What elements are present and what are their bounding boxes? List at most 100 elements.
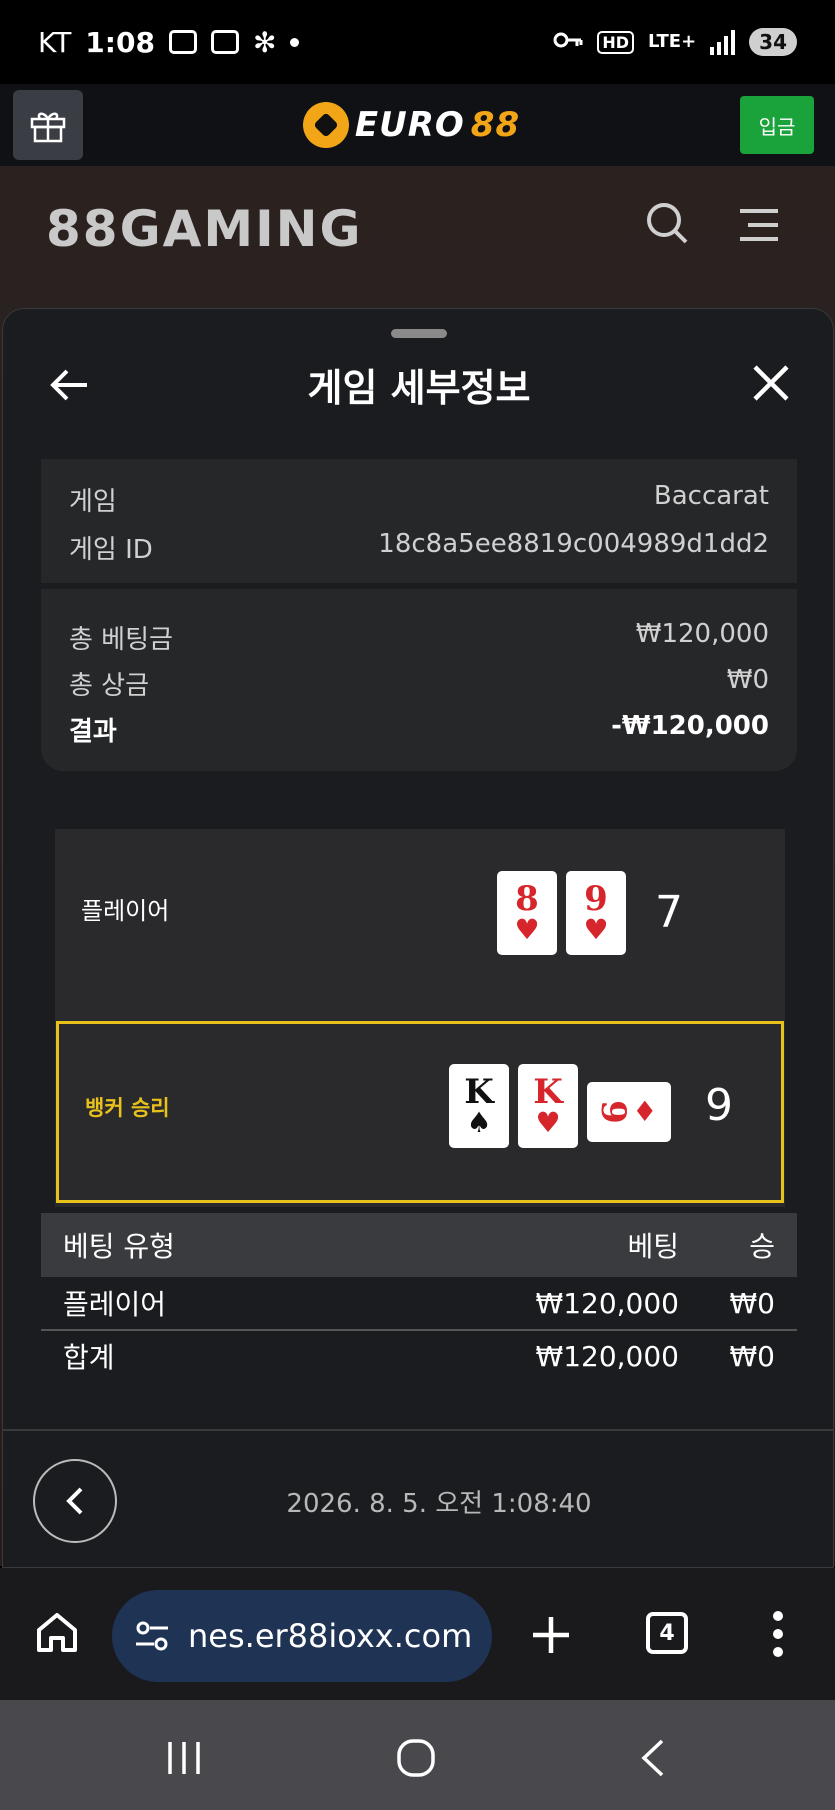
game-row: 게임 Baccarat xyxy=(69,481,769,518)
more-options-button[interactable] xyxy=(770,1608,786,1660)
header-win: 승 xyxy=(749,1230,775,1263)
app-header: EURO 88 입금 xyxy=(0,84,835,166)
search-button[interactable] xyxy=(644,200,690,246)
round-timestamp: 2026. 8. 5. 오전 1:08:40 xyxy=(286,1489,592,1519)
game-label: 게임 xyxy=(69,487,117,517)
system-home-button[interactable] xyxy=(396,1738,436,1778)
carrier-label: KT xyxy=(38,25,72,59)
header-bet: 베팅 xyxy=(627,1230,679,1263)
lte-icon: LTE+ xyxy=(648,31,697,52)
total-prize-label: 총 상금 xyxy=(69,671,150,701)
gift-icon xyxy=(30,112,66,143)
playing-card: 9 ♥ xyxy=(566,871,626,955)
flower-icon: ✻ xyxy=(252,25,277,59)
total-bet-row: 총 베팅금 ₩120,000 xyxy=(69,619,769,656)
total-win-cell: ₩0 xyxy=(729,1339,776,1373)
sheet-title: 게임 세부정보 xyxy=(307,366,531,410)
card-rank: 8 xyxy=(515,879,539,919)
total-label-cell: 합계 xyxy=(63,1341,115,1374)
menu-button[interactable] xyxy=(738,208,780,242)
baccarat-result-board: 플레이어 8 ♥ 9 ♥ 7 뱅커 승리 K ♠ K ♥ 9 ♦ 9 xyxy=(55,829,785,1207)
playing-card: K ♥ xyxy=(518,1064,578,1148)
game-value: Baccarat xyxy=(653,481,769,511)
playing-card-sideways: 9 ♦ xyxy=(587,1082,671,1142)
win-amount-cell: ₩0 xyxy=(729,1286,776,1320)
system-nav-bar xyxy=(0,1700,835,1810)
plus-icon xyxy=(533,1617,569,1653)
back-chevron-icon xyxy=(641,1739,664,1777)
close-button[interactable] xyxy=(749,361,793,405)
home-icon xyxy=(37,1613,77,1652)
banker-hand: 뱅커 승리 K ♠ K ♥ 9 ♦ 9 xyxy=(56,1021,784,1203)
header-bet-type: 베팅 유형 xyxy=(63,1230,175,1263)
heart-suit-icon: ♥ xyxy=(583,913,609,946)
bet-table-header: 베팅 유형 베팅 승 xyxy=(41,1213,797,1277)
banker-win-label: 뱅커 승리 xyxy=(85,1096,170,1120)
hd-icon: HD xyxy=(597,30,634,54)
signal-icon xyxy=(710,29,736,55)
url-text: nes.er88ioxx.com xyxy=(188,1617,473,1655)
search-icon xyxy=(647,203,688,244)
screenshot-icon xyxy=(168,30,197,54)
88gaming-logo[interactable]: 88GAMING xyxy=(46,200,363,258)
game-id-label: 게임 ID xyxy=(69,535,153,565)
table-total-row: 합계 ₩120,000 ₩0 xyxy=(41,1329,797,1381)
game-info-card: 게임 Baccarat 게임 ID 18c8a5ee8819c004989d1d… xyxy=(41,459,797,583)
game-id-row: 게임 ID 18c8a5ee8819c004989d1dd2 xyxy=(69,529,769,566)
clock: 1:08 xyxy=(85,25,155,59)
site-settings-icon xyxy=(136,1621,168,1651)
player-score: 7 xyxy=(655,887,683,938)
card-rank: K xyxy=(464,1072,494,1112)
result-label: 결과 xyxy=(69,717,117,747)
player-hand: 플레이어 8 ♥ 9 ♥ 7 xyxy=(55,829,785,1011)
menu-icon xyxy=(740,209,778,241)
bet-table: 베팅 유형 베팅 승 플레이어 ₩120,000 ₩0 합계 ₩120,000 … xyxy=(41,1213,797,1381)
player-hand-label: 플레이어 xyxy=(81,897,170,925)
total-bet-label: 총 베팅금 xyxy=(69,625,173,655)
divider xyxy=(3,1429,833,1431)
banker-score: 9 xyxy=(705,1080,733,1131)
system-back-button[interactable] xyxy=(634,1738,674,1778)
table-row: 플레이어 ₩120,000 ₩0 xyxy=(41,1277,797,1329)
game-id-value: 18c8a5ee8819c004989d1dd2 xyxy=(378,529,769,559)
recents-button[interactable] xyxy=(164,1738,204,1778)
more-vertical-icon xyxy=(773,1611,783,1657)
euro88-logo[interactable]: EURO 88 xyxy=(302,102,521,148)
card-rank: 9 xyxy=(584,879,608,919)
game-detail-sheet: 게임 세부정보 게임 Baccarat 게임 ID 18c8a5ee8819c0… xyxy=(2,308,834,1568)
drag-handle[interactable] xyxy=(391,329,447,338)
total-prize-row: 총 상금 ₩0 xyxy=(69,665,769,702)
result-row: 결과 -₩120,000 xyxy=(69,711,769,748)
total-bet-cell: ₩120,000 xyxy=(535,1339,679,1373)
deposit-button[interactable]: 입금 xyxy=(740,96,814,154)
browser-home-button[interactable] xyxy=(34,1610,80,1656)
notification-card-icon xyxy=(210,30,239,54)
diamond-suit-icon: ♦ xyxy=(632,1095,658,1128)
more-notifications-dot xyxy=(290,37,300,47)
new-tab-button[interactable] xyxy=(530,1614,572,1656)
battery-icon: 34 xyxy=(749,28,797,56)
bet-amount-cell: ₩120,000 xyxy=(535,1286,679,1320)
card-rank: 9 xyxy=(592,1100,633,1124)
playing-card: K ♠ xyxy=(449,1064,509,1148)
status-bar: KT 1:08 ✻ HD LTE+ 34 xyxy=(0,0,835,84)
bet-type-cell: 플레이어 xyxy=(63,1288,167,1321)
card-rank: K xyxy=(533,1072,563,1112)
playing-card: 8 ♥ xyxy=(497,871,557,955)
heart-suit-icon: ♥ xyxy=(514,913,540,946)
heart-suit-icon: ♥ xyxy=(535,1106,561,1139)
home-circle-icon xyxy=(397,1739,435,1777)
logo-text: EURO xyxy=(354,105,465,145)
close-icon xyxy=(753,365,789,401)
total-prize-value: ₩0 xyxy=(726,665,769,695)
logo-accent-text: 88 xyxy=(470,105,521,145)
gift-button[interactable] xyxy=(13,90,83,160)
recents-icon xyxy=(168,1742,200,1774)
address-bar[interactable]: nes.er88ioxx.com xyxy=(112,1590,492,1682)
browser-toolbar: nes.er88ioxx.com 4 xyxy=(0,1568,835,1700)
totals-card: 총 베팅금 ₩120,000 총 상금 ₩0 결과 -₩120,000 xyxy=(41,589,797,771)
soccer-ball-icon xyxy=(302,102,349,148)
tab-switcher-button[interactable]: 4 xyxy=(646,1612,688,1654)
result-value: -₩120,000 xyxy=(611,711,769,741)
key-icon xyxy=(553,30,583,54)
